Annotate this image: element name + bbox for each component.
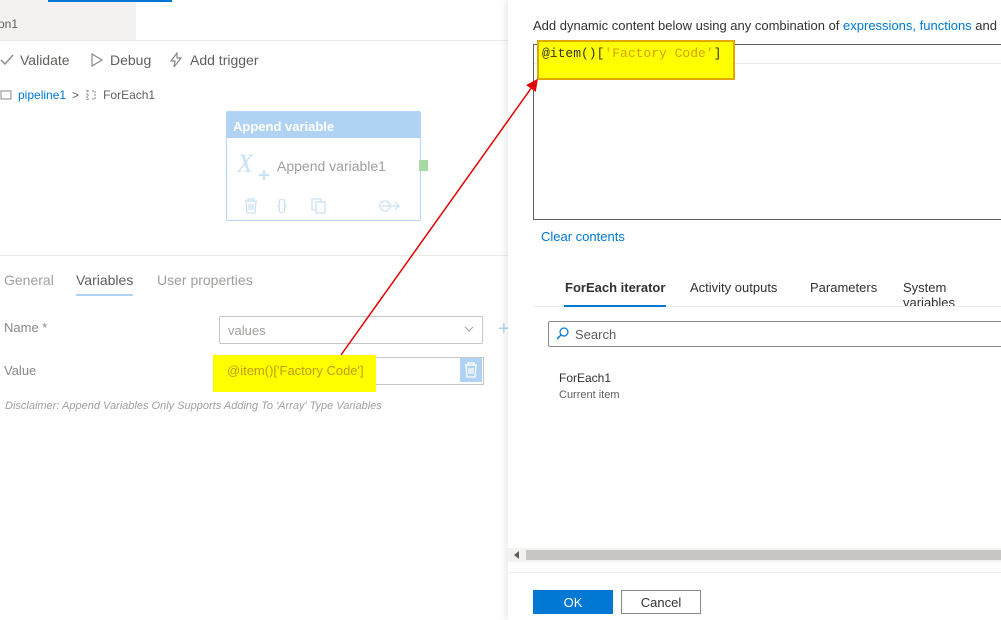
tab-pipeline[interactable]: on1 [0,0,136,40]
code-icon[interactable]: {} [277,197,287,214]
breadcrumb-foreach[interactable]: ForEach1 [103,88,155,102]
tab-parameters[interactable]: Parameters [810,280,877,295]
value-label: Value [4,363,37,378]
name-label: Name * [4,320,48,335]
tab-general[interactable]: General [4,272,54,288]
hint-prefix: Add dynamic content below using any comb… [533,18,844,33]
tab-user-properties[interactable]: User properties [157,272,253,288]
functions-link[interactable]: functions [920,18,972,33]
pipeline-icon [0,90,12,100]
chevron-down-icon [464,326,474,332]
foreach-icon [86,90,96,100]
breadcrumb-pipeline-link[interactable]: pipeline1 [18,88,66,102]
properties-divider [0,255,508,256]
copy-icon[interactable] [311,198,327,214]
play-icon [91,53,104,67]
trash-icon [465,362,477,378]
breadcrumb: pipeline1 > ForEach1 [0,88,155,102]
value-text[interactable]: @item()['Factory Code'] [227,363,364,378]
active-properties-tab-indicator [76,294,133,296]
search-placeholder: Search [575,327,617,342]
dynamic-content-panel: Add dynamic content below using any comb… [508,0,1001,620]
cancel-button[interactable]: Cancel [621,590,701,614]
add-trigger-label: Add trigger [190,52,259,68]
ok-button[interactable]: OK [533,590,613,614]
active-tab-indicator [48,0,172,2]
hint-suffix: and [971,18,997,33]
hint-text: Add dynamic content below using any comb… [533,18,997,33]
expr-string: 'Factory Code' [604,46,714,61]
tab-foreach-iterator[interactable]: ForEach iterator [565,280,665,295]
breadcrumb-separator: > [72,88,80,102]
activity-type-label: Append variable [233,119,335,134]
search-box[interactable]: Search [548,321,1001,347]
validate-button[interactable]: Validate [0,50,70,70]
variable-name-value: values [228,323,266,338]
disclaimer-text: Disclaimer: Append Variables Only Suppor… [5,400,382,412]
search-icon [556,327,569,340]
append-variable-activity[interactable]: Append variable X Append variable1 {} [226,111,421,221]
checkmark-icon [0,54,14,66]
connect-arrow-icon[interactable] [379,200,401,212]
tab-label: on1 [0,17,19,31]
active-tab-indicator [564,305,666,307]
tab-activity-outputs[interactable]: Activity outputs [690,280,777,295]
activity-header: Append variable [227,112,420,138]
add-trigger-button[interactable]: Add trigger [168,50,258,70]
validate-label: Validate [20,52,70,68]
scroll-left-icon[interactable] [514,551,520,559]
expressions-link[interactable]: expressions, [843,18,916,33]
variable-x-icon: X [237,150,269,180]
debug-label: Debug [110,52,152,68]
scrollbar-thumb[interactable] [526,550,1001,560]
footer-divider [508,572,1001,573]
list-item-title[interactable]: ForEach1 [559,371,611,385]
tab-variables[interactable]: Variables [76,272,133,288]
lightning-icon [169,52,183,68]
success-connector-handle[interactable] [419,160,428,171]
svg-text:X: X [237,150,254,178]
pipeline-canvas: on1 Validate Debug Add trigger pipeline1… [0,0,510,620]
debug-button[interactable]: Debug [90,50,151,70]
expression-text[interactable]: @item()['Factory Code'] [542,46,721,61]
clear-contents-link[interactable]: Clear contents [541,229,625,244]
activity-name: Append variable1 [277,158,386,174]
expr-suffix: ] [713,46,722,61]
variable-name-select[interactable]: values [219,316,483,344]
horizontal-scrollbar[interactable] [508,548,1001,562]
list-item-subtitle: Current item [559,389,620,401]
expr-prefix: @item()[ [542,46,605,61]
clear-value-button[interactable] [460,358,482,382]
delete-icon[interactable] [244,198,258,214]
document-tabstrip: on1 [0,0,508,41]
